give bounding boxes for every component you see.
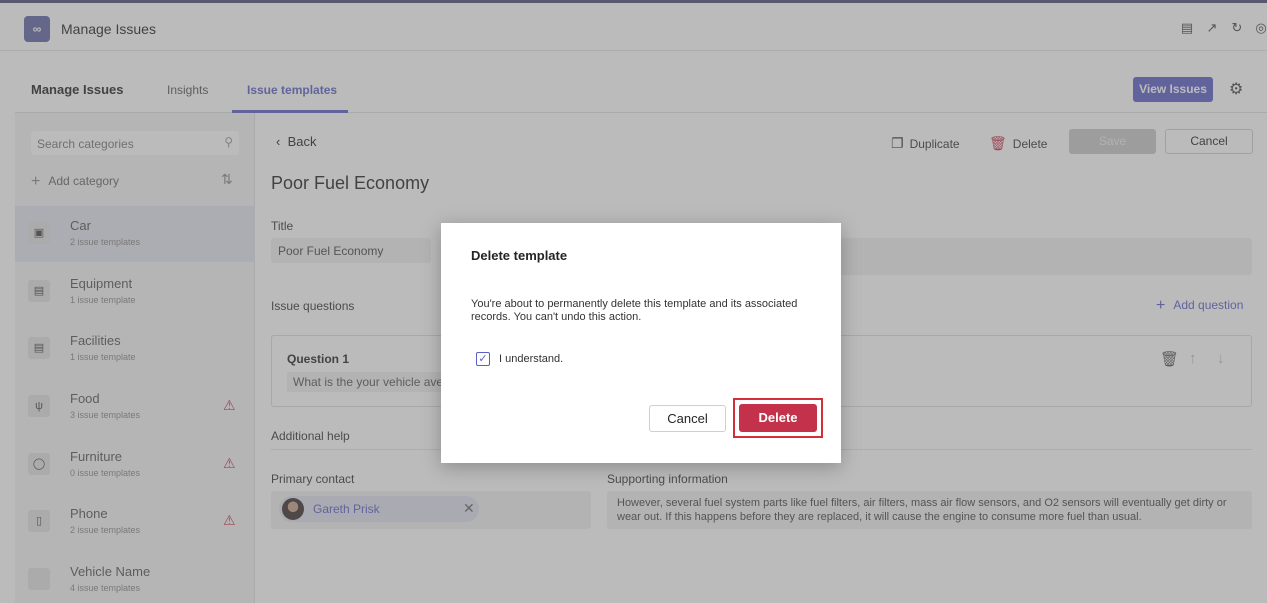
dialog-title: Delete template bbox=[471, 248, 568, 263]
dialog-message: You're about to permanently delete this … bbox=[471, 298, 798, 323]
understand-checkbox[interactable]: ✓ bbox=[476, 352, 490, 366]
dialog-cancel-button[interactable]: Cancel bbox=[649, 405, 726, 432]
delete-template-dialog: Delete template You're about to permanen… bbox=[441, 223, 841, 463]
checkmark-icon: ✓ bbox=[478, 353, 488, 365]
dialog-delete-button[interactable]: Delete bbox=[739, 404, 817, 432]
understand-label: I understand. bbox=[499, 353, 564, 365]
